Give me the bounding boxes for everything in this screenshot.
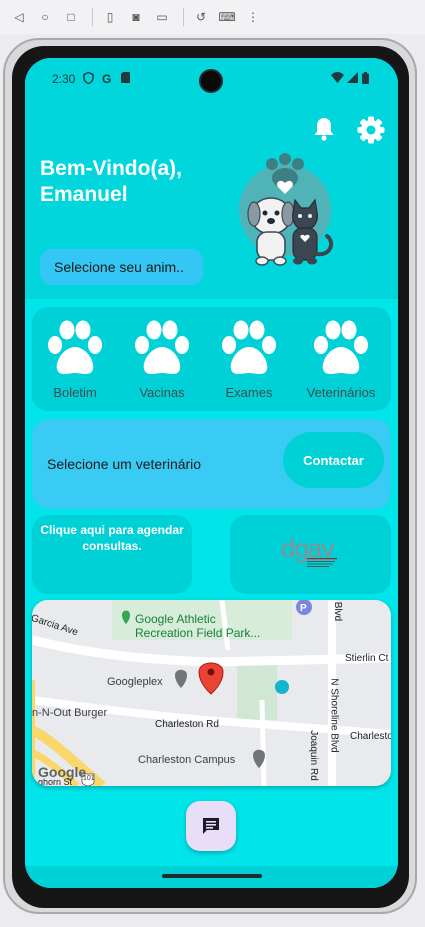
home-icon[interactable]: ○	[34, 6, 56, 28]
map-label-joaquin: Joaquin Rd	[307, 730, 319, 781]
welcome-greeting: Bem-Vindo(a),	[40, 157, 182, 180]
map-label-shoreline: N Shoreline Blvd	[328, 678, 340, 753]
menu-label-exames: Exames	[225, 385, 273, 400]
wifi-icon	[331, 72, 344, 86]
menu-label-boletim: Boletim	[53, 385, 97, 400]
menu-card: Boletim Vacinas Exames Veterinários	[32, 307, 391, 411]
keyboard-icon[interactable]: ⌨	[216, 6, 238, 28]
map-label-burger: n-N-Out Burger	[32, 707, 108, 719]
menu-item-exames[interactable]: Exames	[209, 319, 289, 400]
notification-bell-icon[interactable]	[312, 116, 336, 142]
chat-fab-button[interactable]	[186, 801, 236, 851]
welcome-heading: Bem-Vindo(a), Emanuel	[40, 156, 230, 208]
menu-item-veterinarios[interactable]: Veterinários	[296, 319, 386, 400]
menu-label-vacinas: Vacinas	[139, 385, 185, 400]
map-label-charleston-rd: Charleston Rd	[155, 719, 219, 730]
toolbar-divider	[183, 8, 184, 26]
signal-icon	[347, 72, 358, 86]
user-name: Emanuel	[40, 183, 128, 206]
map-label-charleston-campus: Charleston Campus	[138, 754, 236, 766]
status-time: 2:30	[52, 72, 76, 86]
rotate-icon[interactable]: ↺	[190, 6, 212, 28]
dgav-logo: dgav	[281, 533, 341, 573]
device-settings-icon[interactable]: ▯	[99, 6, 121, 28]
map-view[interactable]: P Google Athletic Recreation Field Park..…	[32, 600, 391, 786]
battery-icon	[362, 72, 369, 87]
schedule-appointment-button[interactable]: Clique aqui para agendar consultas.	[32, 515, 192, 594]
menu-label-veterinarios: Veterinários	[306, 385, 376, 400]
gesture-home-bar[interactable]	[162, 874, 262, 878]
paw-icon	[135, 320, 189, 374]
map-label-googleplex: Googleplex	[107, 676, 163, 688]
settings-gear-icon[interactable]	[357, 116, 385, 144]
map-label-blvd: Blvd	[332, 601, 344, 622]
camera-icon[interactable]: ◙	[125, 6, 147, 28]
svg-text:P: P	[300, 603, 307, 614]
map-label-charleston-right: Charleston	[350, 731, 391, 742]
toolbar-divider	[92, 8, 93, 26]
paw-icon	[48, 320, 102, 374]
dgav-card[interactable]: dgav	[230, 515, 391, 594]
more-options-icon[interactable]: ⋮	[242, 6, 264, 28]
overview-icon[interactable]: □	[60, 6, 82, 28]
google-icon: G	[102, 72, 112, 86]
menu-item-boletim[interactable]: Boletim	[35, 319, 115, 400]
map-label-park: Google Athletic Recreation Field Park...	[135, 612, 261, 640]
sim-icon	[121, 72, 130, 86]
highway-shield-label: 101	[83, 775, 95, 782]
select-animal-dropdown[interactable]: Selecione seu anim..	[40, 249, 203, 285]
paw-icon	[222, 320, 276, 374]
chat-icon	[203, 818, 219, 834]
paw-icon	[314, 320, 368, 374]
pets-illustration	[235, 150, 345, 270]
emulator-toolbar: ◁ ○ □ ▯ ◙ ▭ ↺ ⌨ ⋮	[0, 0, 425, 34]
app-screen: 2:30 G Bem-Vindo(a), Emanuel Selecione s…	[25, 58, 398, 888]
shield-icon	[83, 71, 94, 87]
map-label-amphitheatre: ghorn St	[38, 777, 73, 786]
back-icon[interactable]: ◁	[8, 6, 30, 28]
contact-button[interactable]: Contactar	[283, 432, 384, 488]
vet-select-dropdown[interactable]: Selecione um veterinário	[47, 456, 201, 472]
vet-select-card: Selecione um veterinário Contactar	[32, 419, 391, 509]
front-camera	[199, 69, 223, 93]
menu-item-vacinas[interactable]: Vacinas	[122, 319, 202, 400]
map-label-stierlin: Stierlin Ct	[345, 653, 389, 664]
video-icon[interactable]: ▭	[151, 6, 173, 28]
